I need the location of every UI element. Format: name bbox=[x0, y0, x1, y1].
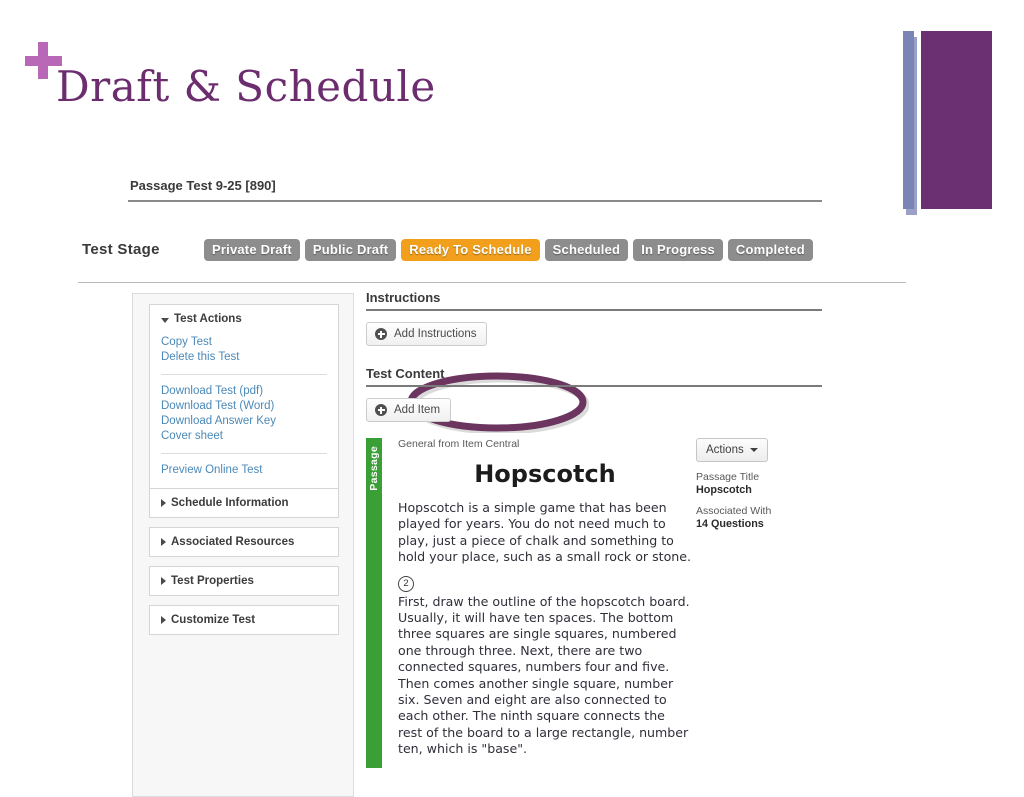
caret-right-icon bbox=[161, 499, 166, 507]
test-content-divider bbox=[366, 385, 822, 387]
sidebar-link-group: Download Test (pdf) Download Test (Word) D… bbox=[161, 374, 327, 453]
stage-pill-in-progress[interactable]: In Progress bbox=[633, 239, 723, 261]
sidebar-panel-header[interactable]: Test Actions bbox=[150, 305, 338, 333]
sidebar-panel-customize-test[interactable]: Customize Test bbox=[149, 605, 339, 635]
caret-right-icon bbox=[161, 616, 166, 624]
stage-pill-public-draft[interactable]: Public Draft bbox=[304, 239, 397, 261]
sidebar-link-cover-sheet[interactable]: Cover sheet bbox=[161, 429, 327, 444]
passage-type-tab: Passage bbox=[366, 438, 382, 768]
passage-actions-label: Actions bbox=[706, 444, 744, 456]
sidebar-container: Test Actions Copy Test Delete this Test Dow… bbox=[132, 293, 354, 797]
sidebar-link-download-test-word[interactable]: Download Test (Word) bbox=[161, 399, 327, 414]
add-item-button[interactable]: Add Item bbox=[366, 398, 452, 422]
stage-pill-ready-to-schedule[interactable]: Ready To Schedule bbox=[401, 239, 540, 261]
sidebar-panel-title: Associated Resources bbox=[171, 536, 295, 548]
sidebar-panel-test-actions[interactable]: Test Actions Copy Test Delete this Test Dow… bbox=[149, 304, 339, 498]
stage-pill-completed[interactable]: Completed bbox=[727, 239, 813, 261]
sidebar-link-download-test-pdf[interactable]: Download Test (pdf) bbox=[161, 384, 327, 399]
add-instructions-button[interactable]: Add Instructions bbox=[366, 322, 488, 346]
passage-paragraph-1: Hopscotch is a simple game that has been… bbox=[398, 500, 692, 565]
sidebar-panel-test-properties[interactable]: Test Properties bbox=[149, 566, 339, 596]
sidebar-link-delete-this-test[interactable]: Delete this Test bbox=[161, 350, 327, 365]
caret-right-icon bbox=[161, 538, 166, 546]
caret-down-icon bbox=[749, 448, 758, 452]
instructions-divider bbox=[366, 309, 822, 311]
passage-source: General from Item Central bbox=[398, 438, 520, 450]
add-instructions-label: Add Instructions bbox=[394, 328, 477, 340]
plus-circle-icon bbox=[375, 404, 387, 416]
test-stage-label: Test Stage bbox=[82, 241, 160, 258]
paragraph-number-marker: 2 bbox=[398, 575, 414, 592]
instructions-heading: Instructions bbox=[366, 290, 441, 305]
sidebar-panel-title: Customize Test bbox=[171, 614, 256, 626]
associated-with-value: 14 Questions bbox=[696, 518, 764, 530]
stage-pill-scheduled[interactable]: Scheduled bbox=[544, 239, 629, 261]
passage-title: Hopscotch bbox=[474, 460, 616, 488]
associated-with-label: Associated With bbox=[696, 505, 772, 517]
main-content: Instructions Add Instructions Test Conte… bbox=[366, 290, 826, 768]
test-name-divider bbox=[128, 200, 822, 202]
sidebar-link-copy-test[interactable]: Copy Test bbox=[161, 335, 327, 350]
passage-item: Passage General from Item Central Hopsco… bbox=[366, 438, 826, 768]
sidebar-panel-header[interactable]: Associated Resources bbox=[150, 528, 338, 556]
sidebar-panel-schedule-information[interactable]: Schedule Information bbox=[149, 488, 339, 518]
passage-tab-label: Passage bbox=[368, 446, 380, 491]
caret-right-icon bbox=[161, 577, 166, 585]
page-title: Draft & Schedule bbox=[56, 62, 436, 111]
sidebar-panel-associated-resources[interactable]: Associated Resources bbox=[149, 527, 339, 557]
sidebar-panel-header[interactable]: Test Properties bbox=[150, 567, 338, 595]
sidebar-panel-body: Copy Test Delete this Test Download Test (… bbox=[150, 333, 338, 497]
sidebar-link-download-answer-key[interactable]: Download Answer Key bbox=[161, 414, 327, 429]
sidebar-panel-title: Test Properties bbox=[171, 575, 254, 587]
sidebar-panel-header[interactable]: Schedule Information bbox=[150, 489, 338, 517]
app-screenshot: Passage Test 9-25 [890] Test Stage Priva… bbox=[0, 150, 1024, 797]
sidebar-panel-title: Schedule Information bbox=[171, 497, 289, 509]
sidebar-panel-title: Test Actions bbox=[174, 313, 242, 325]
test-name-heading: Passage Test 9-25 [890] bbox=[130, 178, 276, 193]
content-top-divider bbox=[78, 282, 906, 283]
sidebar-link-preview-online-test[interactable]: Preview Online Test bbox=[161, 463, 327, 478]
test-stage-pill-group: Private Draft Public Draft Ready To Schedu… bbox=[204, 239, 813, 261]
sidebar-link-group: Copy Test Delete this Test bbox=[161, 333, 327, 374]
sidebar-link-group: Preview Online Test bbox=[161, 453, 327, 487]
passage-meta-panel: Actions Passage Title Hopscotch Associat… bbox=[696, 438, 821, 530]
add-item-label: Add Item bbox=[394, 404, 441, 416]
passage-title-label: Passage Title bbox=[696, 471, 760, 483]
test-content-heading: Test Content bbox=[366, 366, 445, 381]
stage-pill-private-draft[interactable]: Private Draft bbox=[204, 239, 300, 261]
sidebar-panel-header[interactable]: Customize Test bbox=[150, 606, 338, 634]
passage-title-value: Hopscotch bbox=[696, 484, 752, 496]
passage-actions-button[interactable]: Actions bbox=[696, 438, 768, 462]
passage-body: General from Item Central Hopscotch Hops… bbox=[382, 438, 692, 768]
passage-paragraph-2: First, draw the outline of the hopscotch… bbox=[398, 593, 690, 757]
plus-circle-icon bbox=[375, 328, 387, 340]
caret-down-icon bbox=[161, 317, 169, 323]
